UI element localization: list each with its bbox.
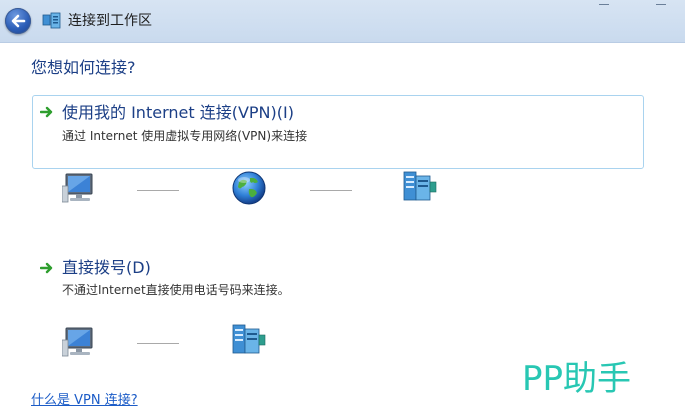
dialup-option-title[interactable]: 直接拨号(D) xyxy=(62,258,151,278)
server-icon xyxy=(231,323,267,355)
close-button[interactable] xyxy=(654,0,668,8)
computer-icon xyxy=(61,172,98,206)
back-arrow-icon xyxy=(11,14,26,28)
back-button[interactable] xyxy=(5,8,31,34)
window-title: 连接到工作区 xyxy=(68,13,152,29)
vpn-option-title[interactable]: 使用我的 Internet 连接(VPN)(I) xyxy=(62,103,294,123)
minimize-button[interactable] xyxy=(597,0,611,8)
server-icon xyxy=(402,170,438,202)
computer-icon xyxy=(61,326,98,360)
title-bar-divider xyxy=(0,42,685,43)
connection-line xyxy=(137,190,179,191)
svg-text:PP助手: PP助手 xyxy=(522,359,631,398)
green-arrow-icon xyxy=(40,106,53,118)
vpn-option-description: 通过 Internet 使用虚拟专用网络(VPN)来连接 xyxy=(62,129,308,143)
globe-icon xyxy=(231,170,267,206)
page-heading: 您想如何连接? xyxy=(31,58,136,77)
what-is-vpn-link[interactable]: 什么是 VPN 连接? xyxy=(31,392,138,410)
green-arrow-icon xyxy=(40,262,53,274)
dialup-option-description: 不通过Internet直接使用电话号码来连接。 xyxy=(62,283,290,297)
workplace-network-icon xyxy=(42,12,61,29)
pp-assistant-watermark: PP助手 xyxy=(522,359,631,398)
connection-line xyxy=(310,190,352,191)
connection-line xyxy=(137,343,179,344)
